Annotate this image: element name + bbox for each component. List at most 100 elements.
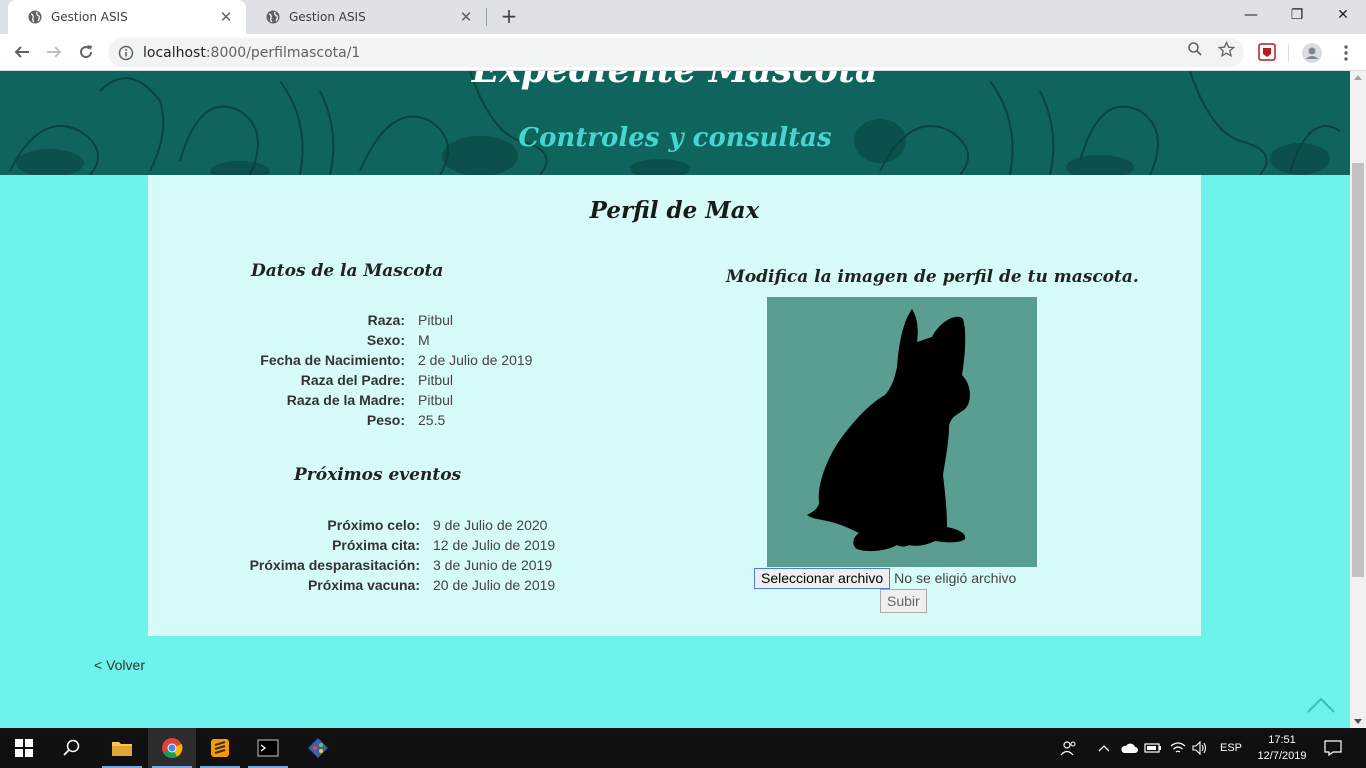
menu-kebab-icon[interactable] — [1336, 43, 1356, 63]
search-icon[interactable] — [48, 728, 96, 768]
file-input-row: Seleccionar archivo No se eligió archivo — [754, 567, 1016, 589]
field-value: 25.5 — [418, 412, 446, 428]
events-heading: Próximos eventos — [294, 465, 462, 485]
back-arrow-icon[interactable] — [8, 38, 36, 66]
field-label: Peso: — [366, 412, 405, 428]
field-label: Raza del Padre: — [300, 372, 405, 388]
people-icon[interactable] — [1060, 728, 1078, 768]
close-tab-icon[interactable]: ✕ — [458, 8, 474, 26]
field-label: Raza de la Madre: — [286, 392, 405, 408]
pet-data-row: Fecha de Nacimiento: 2 de Julio de 2019 — [248, 350, 532, 370]
battery-icon[interactable] — [1144, 728, 1162, 768]
url-path: :8000/perfilmascota/1 — [205, 44, 361, 61]
field-value: Pitbul — [418, 392, 454, 408]
reload-icon[interactable] — [72, 38, 100, 66]
chrome-icon[interactable] — [148, 728, 196, 768]
image-heading: Modifica la imagen de perfil de tu masco… — [726, 267, 1139, 287]
event-row: Próxima vacuna: 20 de Julio de 2019 — [248, 575, 555, 595]
profile-card: Perfil de Max Datos de la Mascota Raza: P… — [148, 175, 1201, 636]
input-language-indicator[interactable]: ESP — [1220, 728, 1242, 768]
new-tab-plus-icon[interactable]: + — [498, 5, 520, 27]
tab-separator — [486, 8, 487, 26]
notifications-icon[interactable] — [1324, 728, 1342, 768]
bookmark-star-icon[interactable] — [1216, 39, 1236, 59]
field-label: Raza: — [367, 312, 405, 328]
field-value: M — [418, 332, 430, 348]
chevron-up-icon[interactable] — [1098, 728, 1110, 768]
scrollbar-thumb[interactable] — [1352, 163, 1364, 577]
close-tab-icon[interactable]: ✕ — [218, 8, 234, 26]
taskbar-clock[interactable]: 17:51 12/7/2019 — [1252, 732, 1312, 764]
back-link[interactable]: < Volver — [94, 657, 145, 673]
tab-gestion-asis-1[interactable]: Gestion ASIS ✕ — [8, 0, 246, 34]
browser-toolbar: localhost:8000/perfilmascota/1 — [0, 34, 1366, 71]
tab-title: Gestion ASIS — [289, 10, 366, 24]
event-label: Próxima vacuna: — [307, 577, 420, 593]
event-label: Próxima desparasitación: — [249, 557, 420, 573]
pet-data-row: Raza: Pitbul — [248, 310, 532, 330]
event-value: 20 de Julio de 2019 — [433, 577, 556, 593]
page-viewport: Expediente Mascota Controles y consultas… — [0, 71, 1350, 728]
event-row: Próxima cita: 12 de Julio de 2019 — [248, 535, 555, 555]
pet-data-row: Sexo: M — [248, 330, 532, 350]
volume-icon[interactable] — [1192, 728, 1208, 768]
header-banner: Expediente Mascota Controles y consultas — [0, 71, 1350, 175]
sublime-text-icon[interactable] — [196, 728, 244, 768]
windows-start-icon[interactable] — [0, 728, 48, 768]
events-list: Próximo celo: 9 de Julio de 2020 Próxima … — [248, 515, 556, 595]
tab-title: Gestion ASIS — [51, 10, 128, 24]
clock-date: 12/7/2019 — [1257, 750, 1307, 762]
url-host: localhost — [143, 44, 206, 61]
pet-data-row: Raza del Padre: Pitbul — [248, 370, 532, 390]
pet-data-row: Raza de la Madre: Pitbul — [248, 390, 532, 410]
restore-button[interactable]: ❐ — [1274, 0, 1320, 30]
file-explorer-icon[interactable] — [98, 728, 146, 768]
pet-data-heading: Datos de la Mascota — [251, 261, 444, 281]
info-icon[interactable] — [118, 45, 134, 61]
banner-title: Expediente Mascota — [0, 71, 1350, 91]
git-icon[interactable] — [294, 728, 342, 768]
close-window-button[interactable]: ✕ — [1320, 0, 1366, 30]
extension-shield-icon[interactable] — [1258, 43, 1278, 63]
event-value: 3 de Junio de 2019 — [433, 557, 553, 573]
globe-icon — [28, 10, 42, 24]
page-scrollbar[interactable] — [1350, 71, 1366, 728]
forward-arrow-icon[interactable] — [40, 38, 68, 66]
field-label: Sexo: — [366, 332, 405, 348]
profile-avatar-icon[interactable] — [1302, 43, 1322, 63]
banner-subtitle: Controles y consultas — [518, 123, 832, 153]
event-value: 12 de Julio de 2019 — [433, 537, 556, 553]
profile-title: Perfil de Max — [589, 197, 760, 224]
upload-submit-button[interactable]: Subir — [880, 589, 927, 613]
wifi-icon[interactable] — [1170, 728, 1186, 768]
windows-taskbar: ESP 17:51 12/7/2019 — [0, 728, 1366, 768]
file-status-text: No se eligió archivo — [894, 570, 1017, 586]
field-value: 2 de Julio de 2019 — [418, 352, 533, 368]
scroll-to-top-chevron-icon[interactable] — [1306, 695, 1336, 715]
tab-gestion-asis-2[interactable]: Gestion ASIS ✕ — [246, 0, 486, 34]
address-bar[interactable]: localhost:8000/perfilmascota/1 — [108, 38, 1244, 67]
event-row: Próxima desparasitación: 3 de Junio de 20… — [248, 555, 555, 575]
onedrive-cloud-icon[interactable] — [1120, 728, 1138, 768]
browser-tab-bar: Gestion ASIS ✕ Gestion ASIS ✕ + — ❐ ✕ — [0, 0, 1366, 34]
pet-profile-image — [767, 297, 1037, 567]
terminal-icon[interactable] — [244, 728, 292, 768]
pet-data-list: Raza: Pitbul Sexo: M Fecha de Nacimiento: 2… — [248, 310, 532, 430]
dog-silhouette-icon — [807, 309, 970, 552]
event-label: Próxima cita: — [332, 537, 420, 553]
zoom-icon[interactable] — [1185, 39, 1205, 59]
event-value: 9 de Julio de 2020 — [433, 517, 548, 533]
clock-time: 17:51 — [1268, 734, 1296, 746]
choose-file-button[interactable]: Seleccionar archivo — [754, 567, 891, 589]
pet-data-row: Peso: 25.5 — [248, 410, 532, 430]
field-value: Pitbul — [418, 372, 454, 388]
event-row: Próximo celo: 9 de Julio de 2020 — [248, 515, 555, 535]
field-label: Fecha de Nacimiento: — [260, 352, 405, 368]
minimize-button[interactable]: — — [1228, 0, 1274, 30]
event-label: Próximo celo: — [327, 517, 420, 533]
scroll-down-arrow-icon[interactable] — [1354, 719, 1362, 724]
scroll-up-arrow-icon[interactable] — [1354, 75, 1362, 80]
field-value: Pitbul — [418, 312, 454, 328]
globe-icon — [266, 10, 280, 24]
toolbar-separator — [1288, 44, 1289, 62]
